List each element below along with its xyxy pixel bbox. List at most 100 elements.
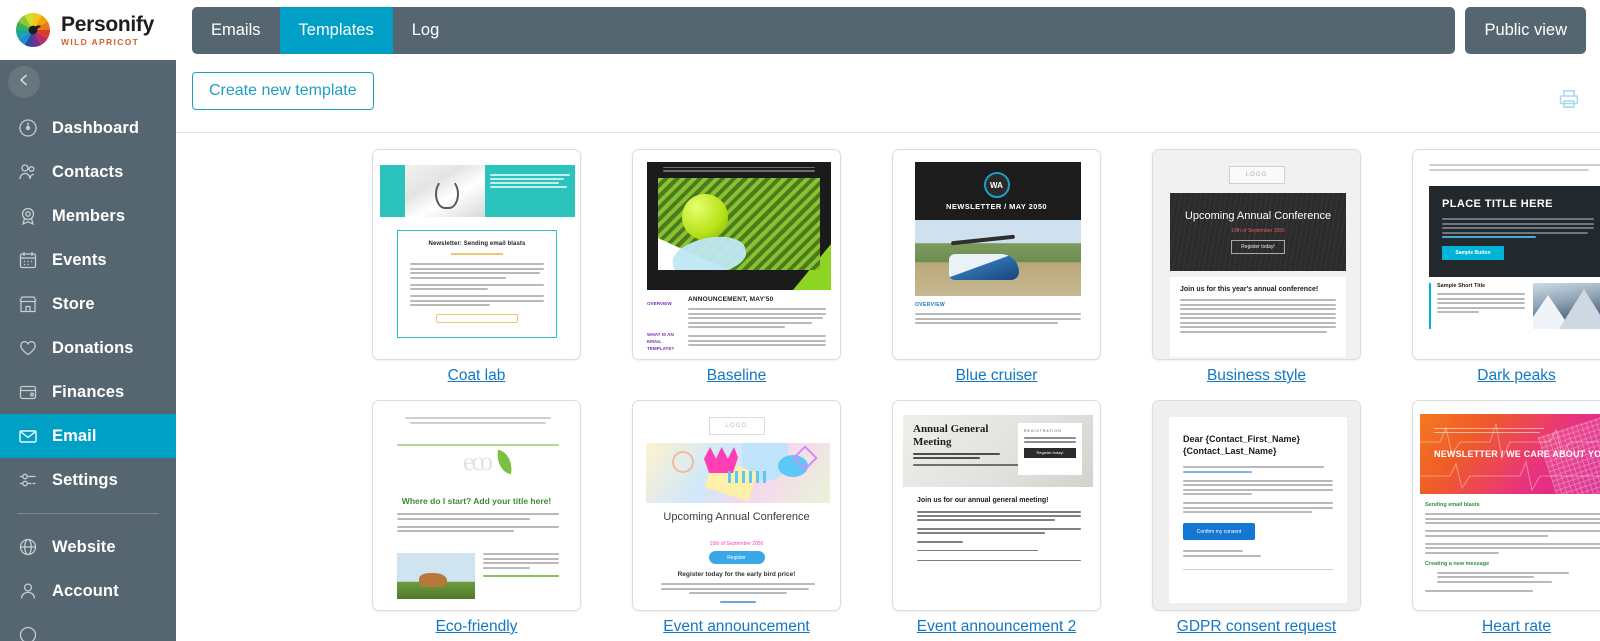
people-icon bbox=[17, 162, 38, 183]
sidebar-item-contacts[interactable]: Contacts bbox=[0, 150, 176, 194]
envelope-icon bbox=[17, 426, 38, 447]
thumb-heading: Register today for the early bird price! bbox=[677, 571, 796, 578]
template-caption: Eco-friendly bbox=[372, 618, 581, 636]
sidebar-collapse-button[interactable] bbox=[8, 66, 40, 98]
template-card-event-announcement[interactable]: LOGO Upcoming Annual Conference 10th of … bbox=[632, 400, 841, 611]
heart-icon bbox=[17, 338, 38, 359]
template-cell: Annual General Meeting REGISTRATION Regi… bbox=[892, 400, 1152, 636]
help-icon bbox=[17, 625, 38, 641]
create-new-template-button[interactable]: Create new template bbox=[192, 72, 374, 110]
thumb-title: Newsletter: Sending email blasts bbox=[428, 241, 526, 247]
template-thumbnail: LOGO Upcoming Annual Conference 10th of … bbox=[1153, 150, 1360, 359]
template-thumbnail: Dear {Contact_First_Name} {Contact_Last_… bbox=[1153, 401, 1360, 610]
thumb-title: NEWSLETTER / WE CARE ABOUT YOU bbox=[1434, 449, 1600, 459]
template-card-business-style[interactable]: LOGO Upcoming Annual Conference 10th of … bbox=[1152, 149, 1361, 360]
thumb-label: WHAT IS AN EMAIL TEMPLATE? bbox=[647, 332, 675, 351]
template-caption: Event announcement 2 bbox=[892, 618, 1101, 636]
template-card-dark-peaks[interactable]: PLACE TITLE HERE Sample Button Sample Sh… bbox=[1412, 149, 1600, 360]
printer-icon[interactable] bbox=[1556, 86, 1582, 112]
storefront-icon bbox=[17, 294, 38, 315]
sidebar-item-finances[interactable]: Finances bbox=[0, 370, 176, 414]
thumb-button: Register today! bbox=[1231, 240, 1285, 255]
template-link-coat-lab[interactable]: Coat lab bbox=[448, 367, 506, 384]
template-thumbnail: Annual General Meeting REGISTRATION Regi… bbox=[893, 401, 1100, 610]
template-thumbnail: PLACE TITLE HERE Sample Button Sample Sh… bbox=[1413, 150, 1600, 359]
sidebar-item-email[interactable]: Email bbox=[0, 414, 176, 458]
sidebar-item-dashboard[interactable]: Dashboard bbox=[0, 106, 176, 150]
sidebar-item-label: Account bbox=[52, 581, 119, 600]
template-caption: Heart rate bbox=[1412, 618, 1600, 636]
tab-templates[interactable]: Templates bbox=[279, 7, 393, 54]
brand-subtitle: WILD APRICOT bbox=[61, 36, 140, 47]
templates-grid: Newsletter: Sending email blasts Coat la… bbox=[176, 149, 1600, 636]
template-cell: ANNOUNCEMENT, MAY'50 OVERVIEW WHAT IS AN… bbox=[632, 149, 892, 385]
template-link-event-announcement[interactable]: Event announcement bbox=[663, 618, 810, 635]
thumb-title: Dear {Contact_First_Name} {Contact_Last_… bbox=[1183, 434, 1301, 457]
template-card-eco-friendly[interactable]: eco Where do I start? Add your title her… bbox=[372, 400, 581, 611]
sidebar-item-members[interactable]: Members bbox=[0, 194, 176, 238]
thumb-title: NEWSLETTER / MAY 2050 bbox=[946, 202, 1047, 211]
template-link-baseline[interactable]: Baseline bbox=[707, 367, 766, 384]
public-view-button[interactable]: Public view bbox=[1465, 7, 1586, 54]
template-link-dark-peaks[interactable]: Dark peaks bbox=[1477, 367, 1555, 384]
sidebar-item-label: Store bbox=[52, 294, 95, 313]
template-caption: GDPR consent request bbox=[1152, 618, 1361, 636]
template-link-event-announcement-2[interactable]: Event announcement 2 bbox=[917, 618, 1076, 635]
tab-emails[interactable]: Emails bbox=[192, 7, 280, 54]
sidebar-item-label: Website bbox=[52, 537, 116, 556]
thumb-title: Upcoming Annual Conference bbox=[1184, 209, 1332, 222]
template-link-gdpr-consent-request[interactable]: GDPR consent request bbox=[1177, 618, 1336, 635]
sidebar-item-label: Dashboard bbox=[52, 118, 140, 137]
thumb-title: Annual General Meeting bbox=[913, 423, 989, 449]
calendar-icon bbox=[17, 250, 38, 271]
sliders-icon bbox=[17, 470, 38, 491]
template-cell: Dear {Contact_First_Name} {Contact_Last_… bbox=[1152, 400, 1412, 636]
thumb-button: Register bbox=[708, 551, 765, 564]
thumb-title: PLACE TITLE HERE bbox=[1442, 198, 1553, 210]
thumb-logo: LOGO bbox=[1228, 166, 1285, 184]
sidebar-item-donations[interactable]: Donations bbox=[0, 326, 176, 370]
sidebar-item-label: Donations bbox=[52, 338, 134, 357]
brand-logo[interactable]: Personify WILD APRICOT bbox=[0, 0, 176, 60]
thumb-heading: Join us for this year's annual conferenc… bbox=[1180, 286, 1319, 293]
template-link-business-style[interactable]: Business style bbox=[1207, 367, 1306, 384]
template-card-heart-rate[interactable]: NEWSLETTER / WE CARE ABOUT YOU Sending e… bbox=[1412, 400, 1600, 611]
template-card-gdpr-consent-request[interactable]: Dear {Contact_First_Name} {Contact_Last_… bbox=[1152, 400, 1361, 611]
templates-grid-wrap: Newsletter: Sending email blasts Coat la… bbox=[176, 132, 1600, 636]
thumb-button: Register today! bbox=[1024, 447, 1076, 458]
template-cell: PLACE TITLE HERE Sample Button Sample Sh… bbox=[1412, 149, 1600, 385]
template-caption: Business style bbox=[1152, 367, 1361, 385]
gauge-icon bbox=[17, 118, 38, 139]
template-caption: Baseline bbox=[632, 367, 841, 385]
sidebar-item-account[interactable]: Account bbox=[0, 569, 176, 613]
template-link-heart-rate[interactable]: Heart rate bbox=[1482, 618, 1551, 635]
sidebar-item-label: Members bbox=[52, 206, 126, 225]
template-thumbnail: NEWSLETTER / WE CARE ABOUT YOU Sending e… bbox=[1413, 401, 1600, 610]
template-caption: Blue cruiser bbox=[892, 367, 1101, 385]
template-link-eco-friendly[interactable]: Eco-friendly bbox=[436, 618, 518, 635]
app-root: Personify WILD APRICOT Dashboard Contact… bbox=[0, 0, 1600, 641]
tab-log[interactable]: Log bbox=[393, 7, 459, 54]
template-card-coat-lab[interactable]: Newsletter: Sending email blasts bbox=[372, 149, 581, 360]
sidebar-nav: Dashboard Contacts Members Events Store … bbox=[0, 104, 176, 641]
template-cell: WA NEWSLETTER / MAY 2050 OVERVIEW Blue c… bbox=[892, 149, 1152, 385]
sidebar-item-website[interactable]: Website bbox=[0, 525, 176, 569]
tab-strip: Emails Templates Log bbox=[192, 7, 1456, 54]
sidebar-item-settings[interactable]: Settings bbox=[0, 458, 176, 502]
template-card-blue-cruiser[interactable]: WA NEWSLETTER / MAY 2050 OVERVIEW bbox=[892, 149, 1101, 360]
sidebar-item-label: Settings bbox=[52, 470, 118, 489]
main-content: Emails Templates Log Public view Create … bbox=[176, 0, 1600, 641]
sidebar-item-store[interactable]: Store bbox=[0, 282, 176, 326]
template-card-baseline[interactable]: ANNOUNCEMENT, MAY'50 OVERVIEW WHAT IS AN… bbox=[632, 149, 841, 360]
thumb-subtitle: Sample Short Title bbox=[1437, 283, 1486, 289]
template-link-blue-cruiser[interactable]: Blue cruiser bbox=[956, 367, 1038, 384]
template-thumbnail: WA NEWSLETTER / MAY 2050 OVERVIEW bbox=[893, 150, 1100, 359]
action-bar: Create new template bbox=[176, 60, 1600, 132]
person-icon bbox=[17, 581, 38, 602]
sidebar-item-events[interactable]: Events bbox=[0, 238, 176, 282]
sidebar-item-more[interactable] bbox=[0, 613, 176, 641]
template-cell: LOGO Upcoming Annual Conference 10th of … bbox=[632, 400, 892, 636]
brand-name: Personify bbox=[61, 12, 154, 36]
collapse-row bbox=[0, 60, 176, 104]
template-card-event-announcement-2[interactable]: Annual General Meeting REGISTRATION Regi… bbox=[892, 400, 1101, 611]
